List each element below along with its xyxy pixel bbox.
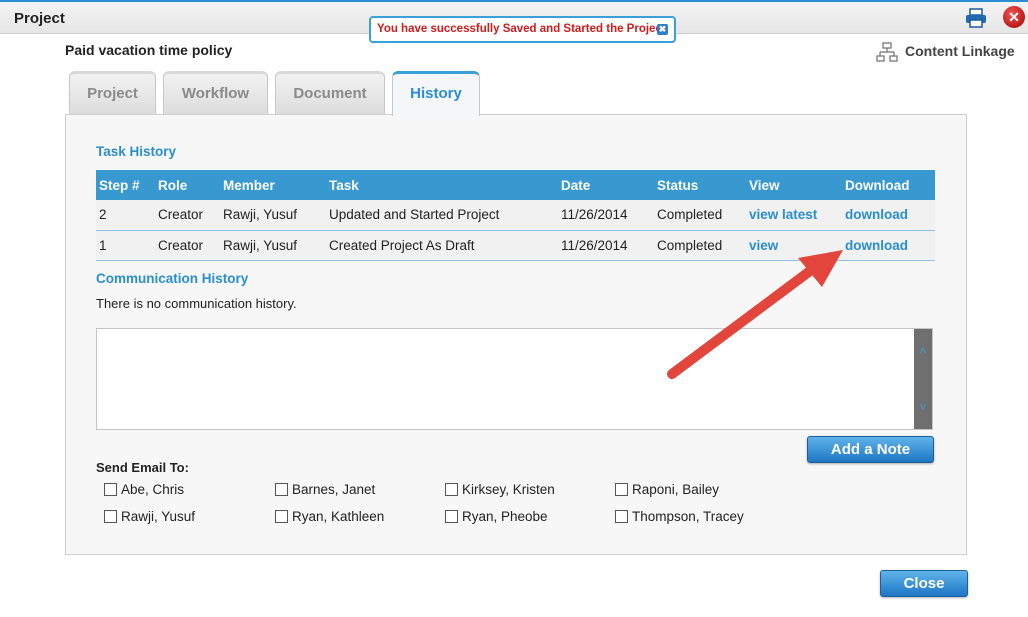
download-link[interactable]: download <box>842 200 935 231</box>
close-button[interactable]: Close <box>880 570 968 597</box>
cell-role: Creator <box>155 230 220 261</box>
recipient-name: Kirksey, Kristen <box>462 482 555 497</box>
tab-workflow[interactable]: Workflow <box>163 71 268 115</box>
no-communication-text: There is no communication history. <box>96 296 297 311</box>
task-history-title: Task History <box>96 144 177 159</box>
communication-history-title: Communication History <box>96 271 249 286</box>
checkbox[interactable] <box>275 483 288 496</box>
close-window-icon[interactable]: ✕ <box>1003 6 1025 28</box>
cell-status: Completed <box>654 200 746 231</box>
recipient-name: Raponi, Bailey <box>632 482 720 497</box>
cell-member: Rawji, Yusuf <box>220 230 326 261</box>
scroll-down-icon[interactable]: ˅ <box>917 401 929 413</box>
recipient-name: Ryan, Pheobe <box>462 509 548 524</box>
success-toast: You have successfully Saved and Started … <box>369 16 676 43</box>
toast-close-icon[interactable]: ✖ <box>657 24 668 35</box>
sitemap-icon <box>876 42 898 62</box>
view-link[interactable]: view latest <box>746 200 842 231</box>
cell-task: Updated and Started Project <box>326 200 558 231</box>
checkbox[interactable] <box>104 510 117 523</box>
col-task: Task <box>326 170 558 200</box>
send-email-label: Send Email To: <box>96 460 189 475</box>
table-header-row: Step # Role Member Task Date Status View… <box>96 170 935 200</box>
toast-message: You have successfully Saved and Started … <box>377 23 666 35</box>
download-link[interactable]: download <box>842 230 935 261</box>
window-title: Project <box>14 10 65 27</box>
col-status: Status <box>654 170 746 200</box>
cell-date: 11/26/2014 <box>558 200 654 231</box>
recipient-name: Abe, Chris <box>121 482 185 497</box>
cell-role: Creator <box>155 200 220 231</box>
table-row: 2 Creator Rawji, Yusuf Updated and Start… <box>96 200 935 231</box>
checkbox[interactable] <box>445 510 458 523</box>
table-row: 1 Creator Rawji, Yusuf Created Project A… <box>96 230 935 261</box>
col-role: Role <box>155 170 220 200</box>
checkbox[interactable] <box>615 483 628 496</box>
task-history-table: Step # Role Member Task Date Status View… <box>96 170 935 261</box>
content-linkage-label: Content Linkage <box>905 43 1015 59</box>
recipient-name: Rawji, Yusuf <box>121 509 196 524</box>
view-link[interactable]: view <box>746 230 842 261</box>
document-title: Paid vacation time policy <box>65 42 233 58</box>
tab-document[interactable]: Document <box>275 71 385 115</box>
note-textarea[interactable]: ˄ ˅ <box>96 328 933 430</box>
cell-task: Created Project As Draft <box>326 230 558 261</box>
note-scrollbar[interactable]: ˄ ˅ <box>914 329 932 429</box>
recipient-name: Thompson, Tracey <box>632 509 744 524</box>
col-member: Member <box>220 170 326 200</box>
recipient-name: Barnes, Janet <box>292 482 376 497</box>
col-step: Step # <box>96 170 155 200</box>
printer-icon[interactable] <box>964 8 988 28</box>
tab-history[interactable]: History <box>392 71 480 116</box>
cell-date: 11/26/2014 <box>558 230 654 261</box>
add-note-button[interactable]: Add a Note <box>807 436 934 463</box>
scroll-up-icon[interactable]: ˄ <box>917 345 929 357</box>
col-view: View <box>746 170 842 200</box>
cell-step: 2 <box>96 200 155 231</box>
recipient-name: Ryan, Kathleen <box>292 509 385 524</box>
cell-status: Completed <box>654 230 746 261</box>
col-date: Date <box>558 170 654 200</box>
tab-project[interactable]: Project <box>69 71 156 115</box>
col-download: Download <box>842 170 935 200</box>
cell-step: 1 <box>96 230 155 261</box>
checkbox[interactable] <box>275 510 288 523</box>
checkbox[interactable] <box>445 483 458 496</box>
cell-member: Rawji, Yusuf <box>220 200 326 231</box>
checkbox[interactable] <box>104 483 117 496</box>
checkbox[interactable] <box>615 510 628 523</box>
